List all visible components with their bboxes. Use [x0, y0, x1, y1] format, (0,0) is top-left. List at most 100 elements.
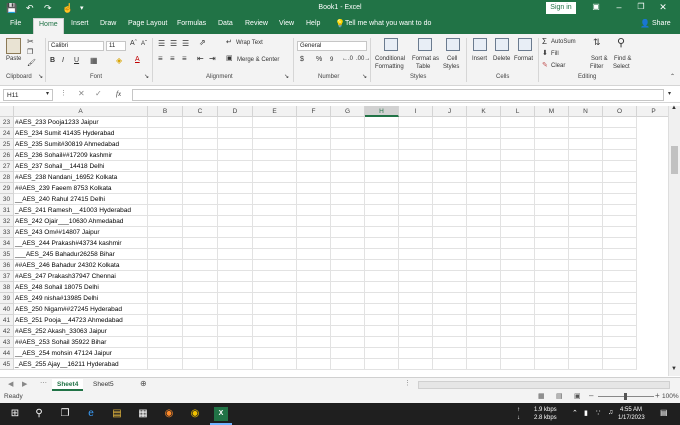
row-header[interactable]: 35	[0, 249, 14, 260]
cell[interactable]	[433, 249, 467, 260]
cell[interactable]	[433, 183, 467, 194]
cell[interactable]	[467, 271, 501, 282]
cell[interactable]	[218, 150, 253, 161]
close-icon[interactable]: ✕	[656, 2, 670, 13]
row-header[interactable]: 44	[0, 348, 14, 359]
cell[interactable]	[399, 161, 433, 172]
tab-formulas[interactable]: Formulas	[177, 20, 206, 27]
cell[interactable]	[183, 194, 218, 205]
cell[interactable]	[603, 359, 637, 370]
row-header[interactable]: 26	[0, 150, 14, 161]
middle-align-icon[interactable]: ☰	[170, 39, 177, 48]
cell-column-a[interactable]: _AES_241 Ramesh__41003 Hyderabad	[14, 205, 148, 216]
cell[interactable]	[569, 205, 603, 216]
orientation-icon[interactable]: ⇗	[199, 38, 206, 47]
cell[interactable]	[331, 249, 365, 260]
cell[interactable]	[365, 117, 399, 128]
cell[interactable]	[535, 260, 569, 271]
row-header[interactable]: 24	[0, 128, 14, 139]
cell[interactable]	[467, 282, 501, 293]
row-header[interactable]: 36	[0, 260, 14, 271]
cell[interactable]	[148, 260, 183, 271]
cell[interactable]	[253, 150, 297, 161]
cell[interactable]	[433, 172, 467, 183]
row-header[interactable]: 29	[0, 183, 14, 194]
cell[interactable]	[535, 194, 569, 205]
cell[interactable]	[297, 304, 331, 315]
cell[interactable]	[297, 260, 331, 271]
cell[interactable]	[183, 117, 218, 128]
cell[interactable]	[148, 194, 183, 205]
cell[interactable]	[603, 260, 637, 271]
cell[interactable]	[297, 227, 331, 238]
cell[interactable]	[603, 315, 637, 326]
cell-styles-label-2[interactable]: Styles	[443, 64, 459, 70]
expand-formula-bar-icon[interactable]: ▾	[668, 90, 671, 97]
cell[interactable]	[467, 150, 501, 161]
cell[interactable]	[399, 282, 433, 293]
cell[interactable]	[535, 293, 569, 304]
battery-icon[interactable]: ▮	[584, 409, 588, 417]
cell[interactable]	[148, 249, 183, 260]
cell[interactable]	[218, 161, 253, 172]
cell[interactable]	[297, 293, 331, 304]
cell[interactable]	[501, 161, 535, 172]
cell[interactable]	[365, 315, 399, 326]
cell[interactable]	[467, 117, 501, 128]
cell[interactable]	[218, 359, 253, 370]
find-select-icon[interactable]: ⚲	[617, 36, 625, 49]
cell-column-a[interactable]: AES_235 Sumit#30819 Ahmedabad	[14, 139, 148, 150]
cell[interactable]	[467, 238, 501, 249]
cell[interactable]	[183, 216, 218, 227]
cell[interactable]	[253, 216, 297, 227]
cell[interactable]	[365, 216, 399, 227]
cell[interactable]	[535, 227, 569, 238]
cell[interactable]	[501, 293, 535, 304]
cell[interactable]	[569, 249, 603, 260]
cell[interactable]	[433, 260, 467, 271]
cell[interactable]	[148, 271, 183, 282]
cell[interactable]	[603, 117, 637, 128]
tab-data[interactable]: Data	[218, 20, 233, 27]
cell[interactable]	[399, 326, 433, 337]
cell[interactable]	[297, 194, 331, 205]
normal-view-icon[interactable]: ▦	[538, 392, 545, 400]
find-select-label-1[interactable]: Find &	[614, 56, 631, 62]
formula-input[interactable]	[132, 89, 664, 101]
format-as-table-icon[interactable]	[418, 38, 432, 51]
row-header[interactable]: 23	[0, 117, 14, 128]
cell[interactable]	[253, 293, 297, 304]
cell[interactable]	[297, 183, 331, 194]
more-sheets-icon[interactable]: ⋯	[40, 379, 47, 387]
cell[interactable]	[331, 227, 365, 238]
cell[interactable]	[467, 139, 501, 150]
cell[interactable]	[253, 326, 297, 337]
cell-column-a[interactable]: AES_248 Sohail 18075 Delhi	[14, 282, 148, 293]
chrome-icon[interactable]: ◉	[188, 407, 202, 421]
delete-cells-button[interactable]: Delete	[493, 56, 510, 62]
underline-icon[interactable]: U	[74, 57, 79, 64]
windows-start-icon[interactable]: ⊞	[8, 407, 22, 421]
cell[interactable]	[183, 282, 218, 293]
cell[interactable]	[433, 161, 467, 172]
cell[interactable]	[365, 194, 399, 205]
cell[interactable]	[297, 139, 331, 150]
cell[interactable]	[218, 227, 253, 238]
cell[interactable]	[569, 293, 603, 304]
cell[interactable]	[331, 139, 365, 150]
cell[interactable]	[433, 326, 467, 337]
cell[interactable]	[501, 227, 535, 238]
cell[interactable]	[365, 128, 399, 139]
cell[interactable]	[148, 150, 183, 161]
row-header[interactable]: 31	[0, 205, 14, 216]
cell[interactable]	[148, 139, 183, 150]
cell[interactable]	[433, 128, 467, 139]
cell[interactable]	[399, 128, 433, 139]
cell[interactable]	[365, 271, 399, 282]
cell[interactable]	[569, 216, 603, 227]
cell[interactable]	[399, 183, 433, 194]
cell[interactable]	[433, 194, 467, 205]
task-view-icon[interactable]: ❐	[58, 407, 72, 421]
cell[interactable]	[297, 128, 331, 139]
column-header[interactable]: F	[297, 106, 331, 117]
